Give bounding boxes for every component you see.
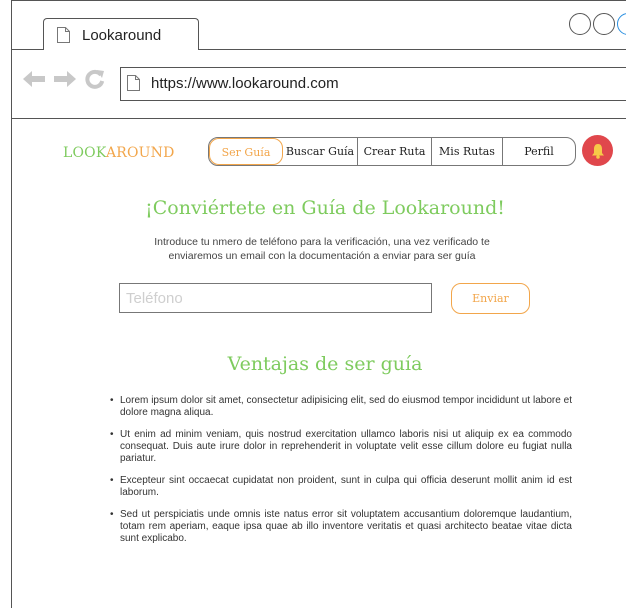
browser-tab-bar: Lookaround	[12, 1, 626, 50]
benefit-item: Sed ut perspiciatis unde omnis iste natu…	[110, 509, 572, 545]
benefit-item: Excepteur sint occaecat cupidatat non pr…	[110, 475, 572, 499]
verification-instructions: Introduce tu nmero de teléfono para la v…	[122, 235, 522, 263]
window-control-circle[interactable]	[617, 13, 626, 35]
menu-item-ser-guia[interactable]: Ser Guía	[209, 138, 283, 165]
benefit-item: Ut enim ad minim veniam, quis nostrud ex…	[110, 429, 572, 465]
notification-button[interactable]	[582, 135, 613, 166]
instructions-line: Introduce tu nmero de teléfono para la v…	[154, 236, 490, 248]
instructions-line: enviaremos un email con la documentación…	[168, 250, 476, 262]
page-icon	[127, 75, 140, 91]
benefits-title: Ventajas de ser guía	[227, 353, 423, 375]
arrow-right-icon[interactable]	[54, 71, 76, 87]
logo[interactable]: LOOKAROUND	[63, 145, 175, 161]
reload-icon[interactable]	[85, 69, 105, 89]
menu-item-buscar-guia[interactable]: Buscar Guía	[283, 138, 358, 165]
benefit-item: Lorem ipsum dolor sit amet, consectetur …	[110, 395, 572, 419]
logo-text-around: AROUND	[105, 145, 175, 161]
menu-item-crear-ruta[interactable]: Crear Ruta	[358, 138, 432, 165]
browser-tab-title: Lookaround	[82, 27, 162, 44]
url-field[interactable]: https://www.lookaround.com	[120, 67, 626, 101]
page-title: ¡Conviértete en Guía de Lookaround!	[145, 197, 505, 219]
phone-input[interactable]	[119, 283, 432, 313]
page-icon	[57, 27, 70, 43]
app-content: LOOKAROUND Ser Guía Buscar Guía Crear Ru…	[12, 119, 626, 608]
send-button[interactable]: Enviar	[451, 283, 530, 314]
window-control-circle[interactable]	[593, 13, 615, 35]
menu-item-perfil[interactable]: Perfil	[503, 138, 575, 165]
browser-window: Lookaround https://www.lookaround.com LO…	[11, 0, 626, 608]
benefits-list: Lorem ipsum dolor sit amet, consectetur …	[110, 395, 572, 555]
bell-icon	[591, 143, 604, 159]
browser-tab[interactable]: Lookaround	[43, 18, 199, 50]
logo-text-look: LOOK	[63, 145, 106, 161]
main-menu: Ser Guía Buscar Guía Crear Ruta Mis Ruta…	[208, 137, 576, 166]
menu-item-mis-rutas[interactable]: Mis Rutas	[432, 138, 503, 165]
window-controls	[569, 13, 626, 35]
url-text: https://www.lookaround.com	[151, 75, 339, 92]
address-bar-row: https://www.lookaround.com	[12, 49, 626, 119]
window-control-circle[interactable]	[569, 13, 591, 35]
arrow-left-icon[interactable]	[23, 71, 45, 87]
